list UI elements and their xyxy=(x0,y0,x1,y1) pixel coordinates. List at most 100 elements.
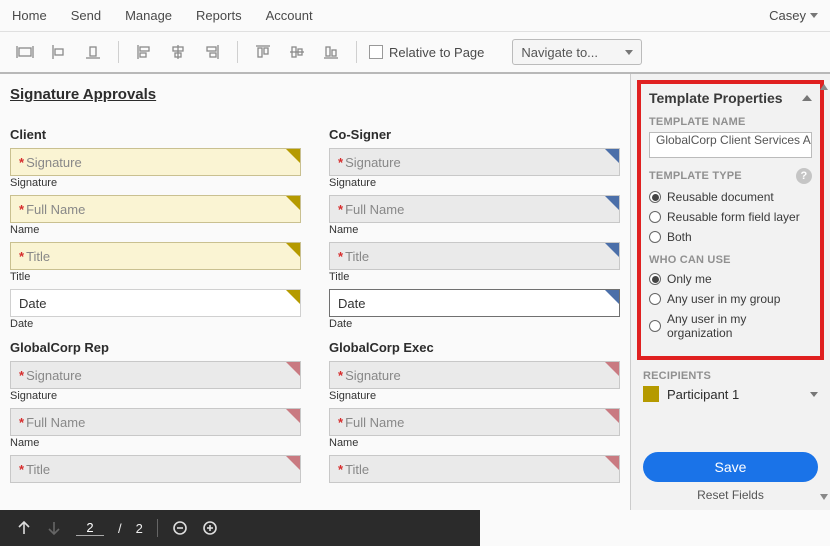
align-right-edge-icon[interactable] xyxy=(199,39,225,65)
align-center-h-icon[interactable] xyxy=(165,39,191,65)
field-label: Name xyxy=(10,224,301,236)
field-label: Name xyxy=(10,437,301,449)
nav-home[interactable]: Home xyxy=(12,8,47,23)
save-button[interactable]: Save xyxy=(643,452,818,482)
align-width-icon[interactable] xyxy=(12,39,38,65)
align-left-icon[interactable] xyxy=(46,39,72,65)
who-can-use-option[interactable]: Any user in my organization xyxy=(649,312,812,340)
field-label: Signature xyxy=(10,177,301,189)
participant-row[interactable]: Participant 1 xyxy=(643,386,818,402)
participant-label: Participant 1 xyxy=(667,387,739,402)
nav-manage[interactable]: Manage xyxy=(125,8,172,23)
checkbox-icon xyxy=(369,45,383,59)
page-title: Signature Approvals xyxy=(10,86,620,103)
recipients-label: RECIPIENTS xyxy=(643,370,818,382)
align-top-edge-icon[interactable] xyxy=(250,39,276,65)
radio-icon xyxy=(649,231,661,243)
field-corner-icon xyxy=(605,362,619,376)
page-down-button[interactable] xyxy=(46,520,62,536)
field-label: Date xyxy=(10,318,301,330)
template-type-option[interactable]: Reusable form field layer xyxy=(649,210,812,224)
group-title: GlobalCorp Rep xyxy=(10,340,301,355)
field-corner-icon xyxy=(605,243,619,257)
form-field[interactable]: Date xyxy=(329,289,620,317)
nav-reports[interactable]: Reports xyxy=(196,8,242,23)
form-field[interactable]: *Title xyxy=(329,455,620,483)
form-field[interactable]: *Full Name xyxy=(329,408,620,436)
group-title: GlobalCorp Exec xyxy=(329,340,620,355)
nav-account[interactable]: Account xyxy=(266,8,313,23)
who-can-use-option[interactable]: Only me xyxy=(649,272,812,286)
field-label: Name xyxy=(329,224,620,236)
template-type-option[interactable]: Both xyxy=(649,230,812,244)
form-field[interactable]: *Signature xyxy=(10,148,301,176)
field-corner-icon xyxy=(286,243,300,257)
template-properties-header[interactable]: Template Properties xyxy=(649,90,812,106)
scroll-down-icon xyxy=(820,494,828,500)
form-field[interactable]: Date xyxy=(10,289,301,317)
user-name: Casey xyxy=(769,8,806,23)
form-field[interactable]: *Signature xyxy=(329,148,620,176)
nav-send[interactable]: Send xyxy=(71,8,101,23)
field-corner-icon xyxy=(286,409,300,423)
form-field[interactable]: *Full Name xyxy=(329,195,620,223)
field-corner-icon xyxy=(286,196,300,210)
field-corner-icon xyxy=(605,409,619,423)
form-field[interactable]: *Signature xyxy=(10,361,301,389)
zoom-out-button[interactable] xyxy=(172,520,188,536)
form-field[interactable]: *Signature xyxy=(329,361,620,389)
form-field[interactable]: *Full Name xyxy=(10,408,301,436)
field-corner-icon xyxy=(605,149,619,163)
template-name-input[interactable]: GlobalCorp Client Services A xyxy=(649,132,812,158)
scrollbar[interactable] xyxy=(820,84,828,500)
relative-to-page-toggle[interactable]: Relative to Page xyxy=(369,45,484,60)
toolbar: Relative to Page Navigate to... xyxy=(0,32,830,74)
form-canvas: Signature Approvals Client*SignatureSign… xyxy=(0,74,630,510)
navigate-label: Navigate to... xyxy=(521,45,598,60)
field-corner-icon xyxy=(605,290,619,304)
template-properties-section: Template Properties TEMPLATE NAME Global… xyxy=(637,80,824,360)
template-name-label: TEMPLATE NAME xyxy=(649,116,812,128)
field-corner-icon xyxy=(605,456,619,470)
page-total: 2 xyxy=(136,521,143,536)
page-up-button[interactable] xyxy=(16,520,32,536)
group-title: Co-Signer xyxy=(329,127,620,142)
user-menu[interactable]: Casey xyxy=(769,8,818,23)
radio-icon xyxy=(649,211,661,223)
form-field[interactable]: *Full Name xyxy=(10,195,301,223)
who-can-use-label: WHO CAN USE xyxy=(649,254,812,266)
field-corner-icon xyxy=(286,362,300,376)
radio-icon xyxy=(649,273,661,285)
reset-fields-link[interactable]: Reset Fields xyxy=(643,488,818,502)
relative-label: Relative to Page xyxy=(389,45,484,60)
help-icon[interactable]: ? xyxy=(796,168,812,184)
caret-down-icon xyxy=(810,13,818,18)
scroll-up-icon xyxy=(820,84,828,90)
form-field[interactable]: *Title xyxy=(10,455,301,483)
align-bottom-edge-icon[interactable] xyxy=(318,39,344,65)
align-center-v-icon[interactable] xyxy=(284,39,310,65)
align-bottom-icon[interactable] xyxy=(80,39,106,65)
radio-icon xyxy=(649,320,661,332)
form-field[interactable]: *Title xyxy=(329,242,620,270)
navigate-dropdown[interactable]: Navigate to... xyxy=(512,39,642,65)
template-type-option[interactable]: Reusable document xyxy=(649,190,812,204)
pagination-bar: / 2 xyxy=(0,510,480,546)
field-label: Title xyxy=(10,271,301,283)
field-label: Title xyxy=(329,271,620,283)
who-can-use-option[interactable]: Any user in my group xyxy=(649,292,812,306)
chevron-up-icon xyxy=(802,95,812,101)
field-label: Date xyxy=(329,318,620,330)
zoom-in-button[interactable] xyxy=(202,520,218,536)
form-field[interactable]: *Title xyxy=(10,242,301,270)
page-number-input[interactable] xyxy=(76,520,104,536)
field-corner-icon xyxy=(286,290,300,304)
participant-swatch-icon xyxy=(643,386,659,402)
align-left-edge-icon[interactable] xyxy=(131,39,157,65)
properties-panel: Template Properties TEMPLATE NAME Global… xyxy=(630,74,830,510)
radio-icon xyxy=(649,191,661,203)
template-type-label: TEMPLATE TYPE xyxy=(649,170,742,182)
page-sep: / xyxy=(118,521,122,536)
top-nav: Home Send Manage Reports Account Casey xyxy=(0,0,830,32)
field-label: Signature xyxy=(329,177,620,189)
